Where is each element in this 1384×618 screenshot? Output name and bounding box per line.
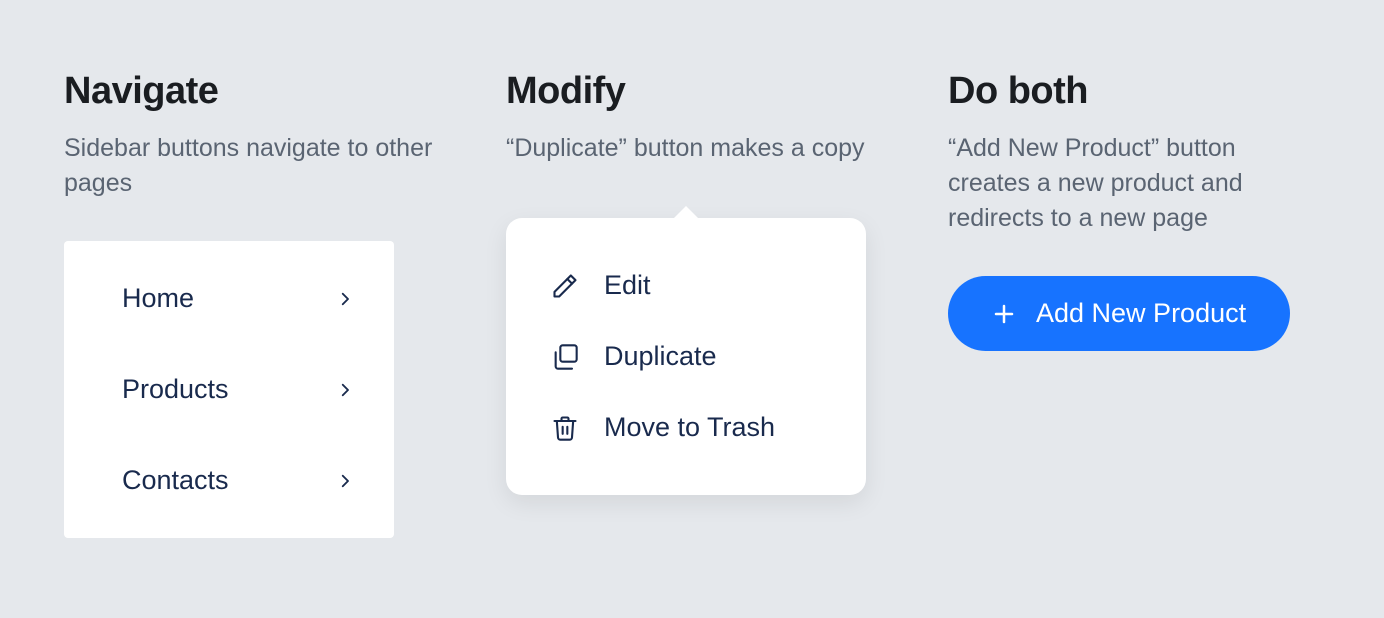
column-doboth: Do both “Add New Product” button creates… xyxy=(948,70,1320,538)
chevron-right-icon xyxy=(336,381,354,399)
sidebar-item-products[interactable]: Products xyxy=(64,344,394,435)
doboth-subtitle: “Add New Product” button creates a new p… xyxy=(948,131,1320,236)
sidebar-item-label: Home xyxy=(122,283,194,314)
modify-title: Modify xyxy=(506,70,878,113)
plus-icon xyxy=(992,302,1016,326)
menu-item-label: Edit xyxy=(604,270,651,301)
sidebar-panel: Home Products Contacts xyxy=(64,241,394,538)
navigate-subtitle: Sidebar buttons navigate to other pages xyxy=(64,131,436,201)
menu-item-edit[interactable]: Edit xyxy=(530,250,842,321)
menu-item-duplicate[interactable]: Duplicate xyxy=(530,321,842,392)
pencil-icon xyxy=(550,271,580,301)
copy-icon xyxy=(550,342,580,372)
sidebar-item-contacts[interactable]: Contacts xyxy=(64,435,394,526)
modify-subtitle: “Duplicate” button makes a copy xyxy=(506,131,878,166)
chevron-right-icon xyxy=(336,290,354,308)
menu-item-label: Move to Trash xyxy=(604,412,775,443)
popover-menu: Edit Duplicate Move to Trash xyxy=(506,218,866,495)
column-navigate: Navigate Sidebar buttons navigate to oth… xyxy=(64,70,436,538)
sidebar-item-label: Contacts xyxy=(122,465,229,496)
sidebar-item-label: Products xyxy=(122,374,229,405)
column-modify: Modify “Duplicate” button makes a copy E… xyxy=(506,70,878,538)
menu-item-trash[interactable]: Move to Trash xyxy=(530,392,842,463)
doboth-title: Do both xyxy=(948,70,1320,113)
add-new-product-button[interactable]: Add New Product xyxy=(948,276,1290,351)
sidebar-item-home[interactable]: Home xyxy=(64,253,394,344)
trash-icon xyxy=(550,413,580,443)
menu-item-label: Duplicate xyxy=(604,341,717,372)
navigate-title: Navigate xyxy=(64,70,436,113)
button-label: Add New Product xyxy=(1036,298,1246,329)
chevron-right-icon xyxy=(336,472,354,490)
